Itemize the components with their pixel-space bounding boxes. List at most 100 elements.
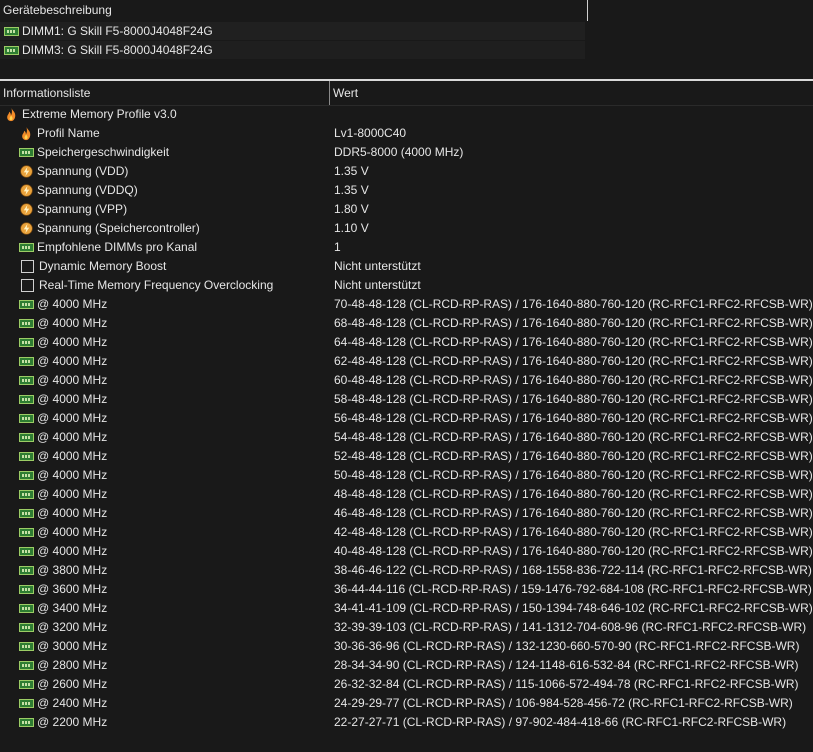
list-item[interactable]: @ 4000 MHz 64-48-48-128 (CL-RCD-RP-RAS) /… — [0, 333, 813, 352]
list-item-value: 28-34-34-90 (CL-RCD-RP-RAS) / 124-1148-6… — [334, 658, 799, 672]
voltage-icon — [20, 203, 33, 216]
list-item[interactable]: @ 4000 MHz 46-48-48-128 (CL-RCD-RP-RAS) /… — [0, 504, 813, 523]
list-item[interactable]: @ 2400 MHz 24-29-29-77 (CL-RCD-RP-RAS) / … — [0, 694, 813, 713]
ram-icon — [19, 680, 34, 689]
column-header-info[interactable]: Informationsliste — [0, 81, 330, 105]
list-item-value: 56-48-48-128 (CL-RCD-RP-RAS) / 176-1640-… — [334, 411, 813, 425]
ram-icon — [19, 642, 34, 651]
ram-icon — [19, 509, 34, 518]
list-item-value: 32-39-39-103 (CL-RCD-RP-RAS) / 141-1312-… — [334, 620, 807, 634]
list-item[interactable]: Real-Time Memory Frequency Overclocking N… — [0, 276, 813, 295]
list-item[interactable]: Spannung (Speichercontroller) 1.10 V — [0, 219, 813, 238]
list-item[interactable]: @ 4000 MHz 62-48-48-128 (CL-RCD-RP-RAS) /… — [0, 352, 813, 371]
device-item-dimm3[interactable]: DIMM3: G Skill F5-8000J4048F24G — [0, 41, 585, 59]
list-item-value: 34-41-41-109 (CL-RCD-RP-RAS) / 150-1394-… — [334, 601, 813, 615]
list-item-label: @ 4000 MHz — [37, 335, 108, 349]
list-item-label: @ 3600 MHz — [37, 582, 108, 596]
ram-icon — [19, 547, 34, 556]
list-item[interactable]: Spannung (VDD) 1.35 V — [0, 162, 813, 181]
list-item-value: 22-27-27-71 (CL-RCD-RP-RAS) / 97-902-484… — [334, 715, 787, 729]
list-item[interactable]: @ 3200 MHz 32-39-39-103 (CL-RCD-RP-RAS) /… — [0, 618, 813, 637]
list-item-label: @ 4000 MHz — [37, 506, 108, 520]
list-item[interactable]: @ 3800 MHz 38-46-46-122 (CL-RCD-RP-RAS) /… — [0, 561, 813, 580]
list-item[interactable]: Empfohlene DIMMs pro Kanal 1 — [0, 238, 813, 257]
ram-icon — [19, 243, 34, 252]
list-item[interactable]: @ 4000 MHz 50-48-48-128 (CL-RCD-RP-RAS) /… — [0, 466, 813, 485]
ram-icon — [19, 338, 34, 347]
list-item-value: 1.10 V — [334, 221, 369, 235]
ram-icon — [19, 661, 34, 670]
list-item[interactable]: @ 4000 MHz 68-48-48-128 (CL-RCD-RP-RAS) /… — [0, 314, 813, 333]
list-item[interactable]: @ 2600 MHz 26-32-32-84 (CL-RCD-RP-RAS) / … — [0, 675, 813, 694]
ram-icon — [19, 433, 34, 442]
list-item-value: 68-48-48-128 (CL-RCD-RP-RAS) / 176-1640-… — [334, 316, 813, 330]
list-group-xmp[interactable]: Extreme Memory Profile v3.0 — [0, 105, 813, 124]
list-item-value: 24-29-29-77 (CL-RCD-RP-RAS) / 106-984-52… — [334, 696, 793, 710]
list-item-label: @ 3800 MHz — [37, 563, 108, 577]
list-item-label: @ 2800 MHz — [37, 658, 108, 672]
list-item-value: 62-48-48-128 (CL-RCD-RP-RAS) / 176-1640-… — [334, 354, 813, 368]
list-item-value: 52-48-48-128 (CL-RCD-RP-RAS) / 176-1640-… — [334, 449, 813, 463]
list-item-label: @ 4000 MHz — [37, 297, 108, 311]
list-item-label: @ 4000 MHz — [37, 392, 108, 406]
list-item[interactable]: @ 2800 MHz 28-34-34-90 (CL-RCD-RP-RAS) / … — [0, 656, 813, 675]
device-item-label: DIMM1: G Skill F5-8000J4048F24G — [22, 24, 213, 38]
list-item-label: Dynamic Memory Boost — [39, 259, 167, 273]
list-item[interactable]: Speichergeschwindigkeit DDR5-8000 (4000 M… — [0, 143, 813, 162]
list-item-value: 50-48-48-128 (CL-RCD-RP-RAS) / 176-1640-… — [334, 468, 813, 482]
checkbox-icon[interactable] — [21, 279, 34, 292]
list-item-value: 48-48-48-128 (CL-RCD-RP-RAS) / 176-1640-… — [334, 487, 813, 501]
list-item-label: @ 2200 MHz — [37, 715, 108, 729]
list-item[interactable]: @ 4000 MHz 60-48-48-128 (CL-RCD-RP-RAS) /… — [0, 371, 813, 390]
list-item[interactable]: @ 2200 MHz 22-27-27-71 (CL-RCD-RP-RAS) / … — [0, 713, 813, 732]
list-item-label: @ 4000 MHz — [37, 354, 108, 368]
list-item[interactable]: @ 4000 MHz 48-48-48-128 (CL-RCD-RP-RAS) /… — [0, 485, 813, 504]
list-item[interactable]: @ 3000 MHz 30-36-36-96 (CL-RCD-RP-RAS) / … — [0, 637, 813, 656]
list-item-label: @ 4000 MHz — [37, 449, 108, 463]
list-item-value: 46-48-48-128 (CL-RCD-RP-RAS) / 176-1640-… — [334, 506, 813, 520]
device-column-header[interactable]: Gerätebeschreibung — [0, 0, 588, 21]
device-panel: Gerätebeschreibung DIMM1: G Skill F5-800… — [0, 0, 813, 79]
ram-icon — [19, 395, 34, 404]
list-item-label: Spannung (VDD) — [37, 164, 129, 178]
column-header-value[interactable]: Wert — [330, 81, 358, 105]
list-item[interactable]: Spannung (VPP) 1.80 V — [0, 200, 813, 219]
ram-icon — [19, 699, 34, 708]
list-item[interactable]: @ 3600 MHz 36-44-44-116 (CL-RCD-RP-RAS) /… — [0, 580, 813, 599]
list-item[interactable]: Dynamic Memory Boost Nicht unterstützt — [0, 257, 813, 276]
list-item-value: 38-46-46-122 (CL-RCD-RP-RAS) / 168-1558-… — [334, 563, 812, 577]
list-group-label: Extreme Memory Profile v3.0 — [22, 107, 177, 121]
ram-icon — [4, 26, 19, 36]
list-item[interactable]: Spannung (VDDQ) 1.35 V — [0, 181, 813, 200]
checkbox-icon[interactable] — [21, 260, 34, 273]
list-item-label: @ 3000 MHz — [37, 639, 108, 653]
voltage-icon — [20, 165, 33, 178]
list-item[interactable]: Profil Name Lv1-8000C40 — [0, 124, 813, 143]
list-item[interactable]: @ 4000 MHz 54-48-48-128 (CL-RCD-RP-RAS) /… — [0, 428, 813, 447]
ram-icon — [19, 452, 34, 461]
list-item[interactable]: @ 3400 MHz 34-41-41-109 (CL-RCD-RP-RAS) /… — [0, 599, 813, 618]
list-item[interactable]: @ 4000 MHz 40-48-48-128 (CL-RCD-RP-RAS) /… — [0, 542, 813, 561]
ram-icon — [19, 490, 34, 499]
ram-icon — [19, 376, 34, 385]
flame-icon — [7, 107, 16, 122]
list-item-label: @ 4000 MHz — [37, 544, 108, 558]
list-item-label: @ 3200 MHz — [37, 620, 108, 634]
list-item-label: Spannung (VPP) — [37, 202, 128, 216]
list-item-value: 1.80 V — [334, 202, 369, 216]
list-item[interactable]: @ 4000 MHz 70-48-48-128 (CL-RCD-RP-RAS) /… — [0, 295, 813, 314]
list-item[interactable]: @ 4000 MHz 52-48-48-128 (CL-RCD-RP-RAS) /… — [0, 447, 813, 466]
list-item-value: Nicht unterstützt — [334, 278, 421, 292]
list-item[interactable]: @ 4000 MHz 42-48-48-128 (CL-RCD-RP-RAS) /… — [0, 523, 813, 542]
ram-icon — [19, 319, 34, 328]
ram-icon — [19, 471, 34, 480]
device-item-dimm1[interactable]: DIMM1: G Skill F5-8000J4048F24G — [0, 22, 585, 40]
list-item-value: 1.35 V — [334, 183, 369, 197]
ram-icon — [19, 585, 34, 594]
ram-icon — [19, 623, 34, 632]
list-item-label: @ 2600 MHz — [37, 677, 108, 691]
list-item[interactable]: @ 4000 MHz 58-48-48-128 (CL-RCD-RP-RAS) /… — [0, 390, 813, 409]
list-item-label: Spannung (Speichercontroller) — [37, 221, 200, 235]
info-list: Extreme Memory Profile v3.0 Profil Name L… — [0, 105, 813, 732]
list-item[interactable]: @ 4000 MHz 56-48-48-128 (CL-RCD-RP-RAS) /… — [0, 409, 813, 428]
